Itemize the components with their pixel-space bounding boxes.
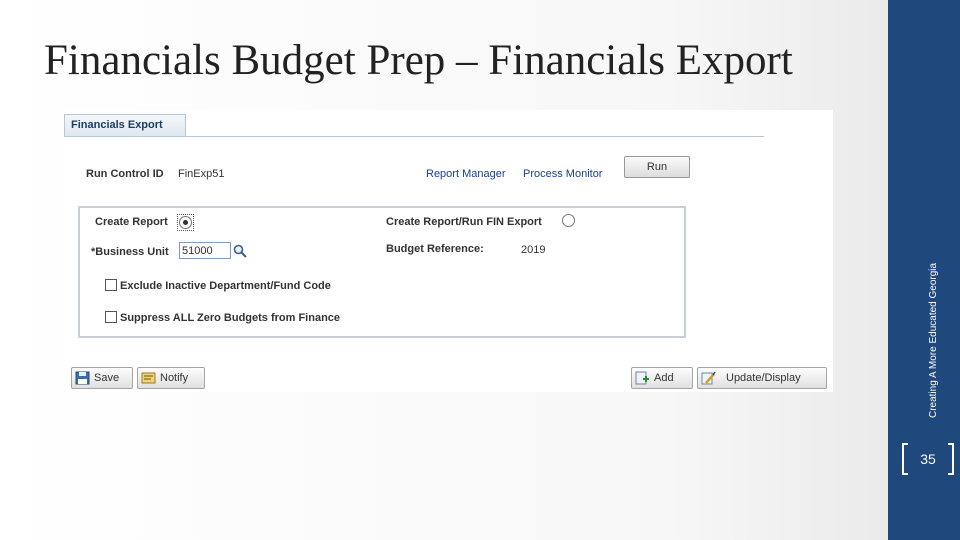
financials-export-panel: Financials Export Run Control ID FinExp5… xyxy=(62,110,833,392)
slide-title: Financials Budget Prep – Financials Expo… xyxy=(44,37,793,84)
suppress-zero-checkbox[interactable] xyxy=(105,311,117,323)
run-button[interactable]: Run xyxy=(624,156,690,178)
exclude-inactive-checkbox[interactable] xyxy=(105,279,117,291)
create-report-label: Create Report xyxy=(95,216,168,228)
create-report-radio[interactable] xyxy=(179,216,192,229)
process-monitor-link[interactable]: Process Monitor xyxy=(523,168,602,180)
page-number: 35 xyxy=(902,443,954,475)
lookup-icon[interactable] xyxy=(233,244,247,258)
side-caption: Creating A More Educated Georgia xyxy=(928,262,939,418)
notify-label: Notify xyxy=(160,372,189,384)
budget-reference-label: Budget Reference: xyxy=(386,243,484,255)
tab-financials-export[interactable]: Financials Export xyxy=(64,114,186,136)
create-run-fin-radio[interactable] xyxy=(562,214,575,227)
exclude-inactive-label: Exclude Inactive Department/Fund Code xyxy=(120,280,331,292)
run-control-label: Run Control ID xyxy=(86,168,164,180)
add-icon xyxy=(635,371,649,385)
save-button[interactable]: Save xyxy=(71,367,133,389)
bracket-right xyxy=(948,443,954,475)
notify-button[interactable]: Notify xyxy=(137,367,205,389)
create-run-fin-label: Create Report/Run FIN Export xyxy=(386,216,542,228)
bracket-left xyxy=(902,443,908,475)
budget-reference-value: 2019 xyxy=(521,244,546,256)
notify-icon xyxy=(141,372,156,384)
suppress-zero-label: Suppress ALL Zero Budgets from Finance xyxy=(120,312,341,324)
add-label: Add xyxy=(654,372,674,384)
floppy-disk-icon xyxy=(75,371,90,385)
run-control-value: FinExp51 xyxy=(178,168,225,180)
business-unit-input[interactable] xyxy=(179,242,231,259)
add-button[interactable]: Add xyxy=(631,367,693,389)
update-display-button[interactable]: Update/Display xyxy=(697,367,827,389)
save-label: Save xyxy=(94,372,120,384)
tab-divider xyxy=(64,136,764,137)
update-display-icon xyxy=(701,371,716,385)
report-manager-link[interactable]: Report Manager xyxy=(426,168,506,180)
business-unit-label: *Business Unit xyxy=(91,246,169,258)
update-display-label: Update/Display xyxy=(726,372,801,384)
page-number-value: 35 xyxy=(920,451,936,467)
